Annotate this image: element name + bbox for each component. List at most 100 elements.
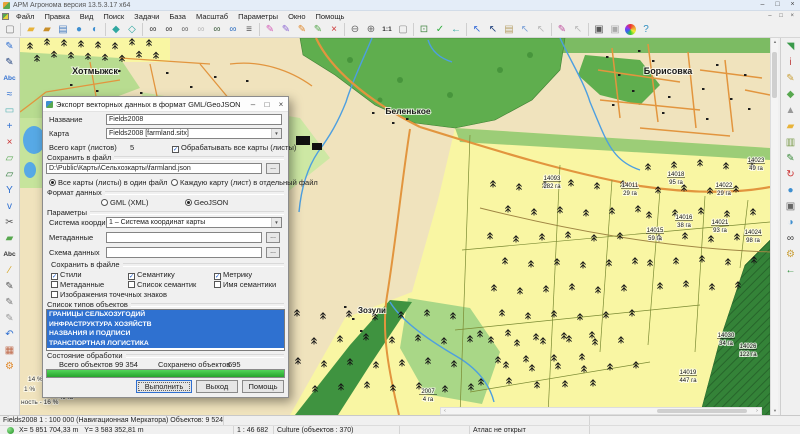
step-back-icon[interactable]: ← xyxy=(448,22,464,37)
pointer-disabled-icon[interactable]: ↖ xyxy=(533,22,549,37)
edit-point-icon[interactable]: ✎ xyxy=(262,22,278,37)
move-object-icon[interactable]: + xyxy=(2,119,18,134)
dialog-maximize-button[interactable]: □ xyxy=(260,98,274,111)
checkbox-4[interactable]: Метаданные xyxy=(51,280,104,289)
vertical-scroll-thumb[interactable] xyxy=(772,52,777,98)
dialog-title-bar[interactable]: Экспорт векторных данных в формат GML/Ge… xyxy=(43,97,288,112)
checkbox-5[interactable]: Список семантик xyxy=(128,280,196,289)
scroll-down-icon[interactable]: ▼ xyxy=(771,407,779,415)
checkbox-2[interactable]: ✓Семантику xyxy=(128,270,175,280)
zoom-in-icon[interactable]: ⊕ xyxy=(363,22,379,37)
edit-polygon-icon[interactable]: ▱ xyxy=(2,167,18,182)
import-globe-icon[interactable]: ● xyxy=(71,22,87,37)
vertical-scrollbar[interactable]: ▲ ▼ xyxy=(770,38,778,415)
search-more-icon[interactable]: ∞ xyxy=(177,22,193,37)
map-edit-icon[interactable]: ✎ xyxy=(783,151,799,166)
each-file-radio[interactable]: Каждую карту (лист) в отдельный файл xyxy=(171,178,318,187)
edit-delete-icon[interactable]: × xyxy=(326,22,342,37)
scroll-left-icon[interactable]: ‹ xyxy=(441,408,449,414)
edit-pencil-2-icon[interactable]: ✎ xyxy=(2,55,18,70)
edit-pencil-icon[interactable]: ✎ xyxy=(2,39,18,54)
map-sheets-icon[interactable]: ▥ xyxy=(783,135,799,150)
copy-map-icon[interactable]: ◐ xyxy=(87,22,103,37)
layers-icon[interactable]: ◆ xyxy=(108,22,124,37)
print-disabled-icon[interactable]: ▣ xyxy=(607,22,623,37)
checkbox-3[interactable]: ✓Метрику xyxy=(214,270,252,280)
menu-item-1[interactable]: Файл xyxy=(11,12,39,21)
run-button[interactable]: Выполнить xyxy=(136,380,192,393)
geojson-radio[interactable]: GeoJSON xyxy=(185,198,228,207)
menu-item-2[interactable]: Правка xyxy=(39,12,74,21)
name-input[interactable]: Fields2008 xyxy=(106,114,282,125)
print-map-icon[interactable]: ▣ xyxy=(783,199,799,214)
exit-door-icon[interactable]: ← xyxy=(783,263,799,278)
process-all-checkbox[interactable]: ✓Обрабатывать все карты (листы) xyxy=(172,143,296,153)
settings-gear-icon[interactable]: ⚙ xyxy=(2,359,18,374)
edit-create-icon[interactable]: ✎ xyxy=(310,22,326,37)
chevron-down-icon[interactable]: ▼ xyxy=(271,218,281,227)
light-beam-icon[interactable]: ▲ xyxy=(783,103,799,118)
fit-extent-icon[interactable]: ▢ xyxy=(395,22,411,37)
spotlight-a-icon[interactable]: ✎ xyxy=(2,295,18,310)
color-wheel-icon[interactable] xyxy=(625,24,636,35)
zoom-out-icon[interactable]: ⊖ xyxy=(347,22,363,37)
undo-icon[interactable]: ↶ xyxy=(2,327,18,342)
open-folder-icon[interactable]: ▰ xyxy=(23,22,39,37)
list-item[interactable]: ГРАНИЦЫ СЕЛЬХОЗУГОДИЙ xyxy=(47,310,284,320)
help-pointer-icon[interactable]: ? xyxy=(638,22,654,37)
object-types-list[interactable]: ГРАНИЦЫ СЕЛЬХОЗУГОДИЙИНФРАСТРУКТУРА ХОЗЯ… xyxy=(46,309,285,351)
pointer-disabled-2-icon[interactable]: ↖ xyxy=(570,22,586,37)
accept-icon[interactable]: ✓ xyxy=(432,22,448,37)
horizontal-scrollbar[interactable]: ‹ › xyxy=(440,407,762,415)
exit-button[interactable]: Выход xyxy=(196,380,238,393)
search-object-icon[interactable]: ∞ xyxy=(209,22,225,37)
spotlight-icon[interactable]: ✎ xyxy=(2,279,18,294)
one-file-radio[interactable]: Все карты (листы) в один файл xyxy=(49,178,168,187)
horizontal-scroll-thumb[interactable] xyxy=(657,409,747,413)
checkbox-7[interactable]: Изображения точечных знаков xyxy=(51,290,167,299)
select-area-icon[interactable]: ⊡ xyxy=(416,22,432,37)
crs-select[interactable]: 1 – Система координат карты ▼ xyxy=(106,217,282,228)
edit-nodes-icon[interactable]: Y xyxy=(2,183,18,198)
scroll-up-icon[interactable]: ▲ xyxy=(771,38,779,46)
menu-item-6[interactable]: База xyxy=(164,12,191,21)
palette-image-icon[interactable]: ▦ xyxy=(2,343,18,358)
pointer-icon[interactable]: ↖ xyxy=(469,22,485,37)
text-label-2-icon[interactable]: Abc xyxy=(2,247,18,262)
menu-item-9[interactable]: Окно xyxy=(283,12,310,21)
folder-maps-icon[interactable]: ▰ xyxy=(783,119,799,134)
menu-item-10[interactable]: Помощь xyxy=(311,12,350,21)
layers-add-icon[interactable]: ◇ xyxy=(124,22,140,37)
metadata-input[interactable] xyxy=(106,232,262,243)
new-document-icon[interactable]: ▢ xyxy=(2,22,18,37)
print-icon[interactable]: ▣ xyxy=(591,22,607,37)
object-list-icon[interactable]: ≡ xyxy=(241,22,257,37)
menu-item-3[interactable]: Вид xyxy=(75,12,99,21)
mdi-window-controls[interactable]: – □ × xyxy=(768,13,797,19)
browse-button[interactable]: ... xyxy=(266,163,280,174)
checkbox-6[interactable]: Имя семантики xyxy=(214,280,276,289)
edit-orange-icon[interactable]: ✎ xyxy=(294,22,310,37)
import-map-icon[interactable]: ▰ xyxy=(39,22,55,37)
rotate-map-icon[interactable]: ↻ xyxy=(783,167,799,182)
maximize-button[interactable]: □ xyxy=(770,0,785,10)
measure-icon[interactable]: ✎ xyxy=(554,22,570,37)
map-select[interactable]: Fields2008 [farmland.sitx] ▼ xyxy=(106,128,282,139)
measure-ruler-icon[interactable]: ∕ xyxy=(2,263,18,278)
search-icon[interactable]: ∞ xyxy=(145,22,161,37)
create-polygon-icon[interactable]: ▱ xyxy=(2,151,18,166)
database-icon[interactable]: ▤ xyxy=(55,22,71,37)
menu-item-8[interactable]: Параметры xyxy=(233,12,283,21)
close-button[interactable]: × xyxy=(785,0,800,10)
search-map-icon[interactable]: ∞ xyxy=(783,231,799,246)
dialog-close-button[interactable]: × xyxy=(274,98,288,111)
layers-colored-icon[interactable]: ◆ xyxy=(783,87,799,102)
pointer-map-icon[interactable]: ↖ xyxy=(517,22,533,37)
file-path-input[interactable]: D:\Public\Карты\Сельхозкарты\farmland.js… xyxy=(46,163,262,174)
checkbox-1[interactable]: ✓Стили xyxy=(51,270,82,280)
split-line-icon[interactable]: v xyxy=(2,199,18,214)
globe-edit-icon[interactable]: ● xyxy=(783,183,799,198)
gear-map-icon[interactable]: ⚙ xyxy=(783,247,799,262)
help-button[interactable]: Помощь xyxy=(242,380,284,393)
metadata-browse-button[interactable]: ... xyxy=(266,232,280,243)
